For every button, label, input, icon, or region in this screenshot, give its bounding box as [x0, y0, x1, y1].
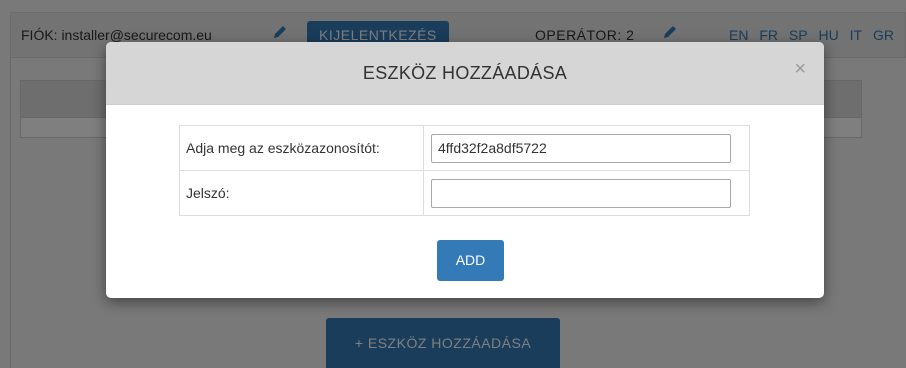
close-icon[interactable]: ×: [794, 58, 806, 81]
password-input[interactable]: [431, 178, 731, 208]
device-id-input[interactable]: [431, 133, 731, 163]
device-id-label: Adja meg az eszközazonosítót:: [179, 125, 424, 171]
modal-title: ESZKÖZ HOZZÁADÁSA: [362, 63, 568, 83]
device-form: Adja meg az eszközazonosítót: Jelszó:: [179, 125, 750, 216]
add-submit-button[interactable]: ADD: [437, 240, 504, 281]
password-cell: [423, 170, 750, 216]
password-row: Jelszó:: [179, 170, 750, 216]
modal-header: ESZKÖZ HOZZÁADÁSA ×: [106, 42, 824, 105]
add-device-modal: ESZKÖZ HOZZÁADÁSA × Adja meg az eszközaz…: [106, 42, 824, 298]
device-id-cell: [423, 125, 750, 171]
password-label: Jelszó:: [179, 170, 424, 216]
device-id-row: Adja meg az eszközazonosítót:: [179, 125, 750, 171]
